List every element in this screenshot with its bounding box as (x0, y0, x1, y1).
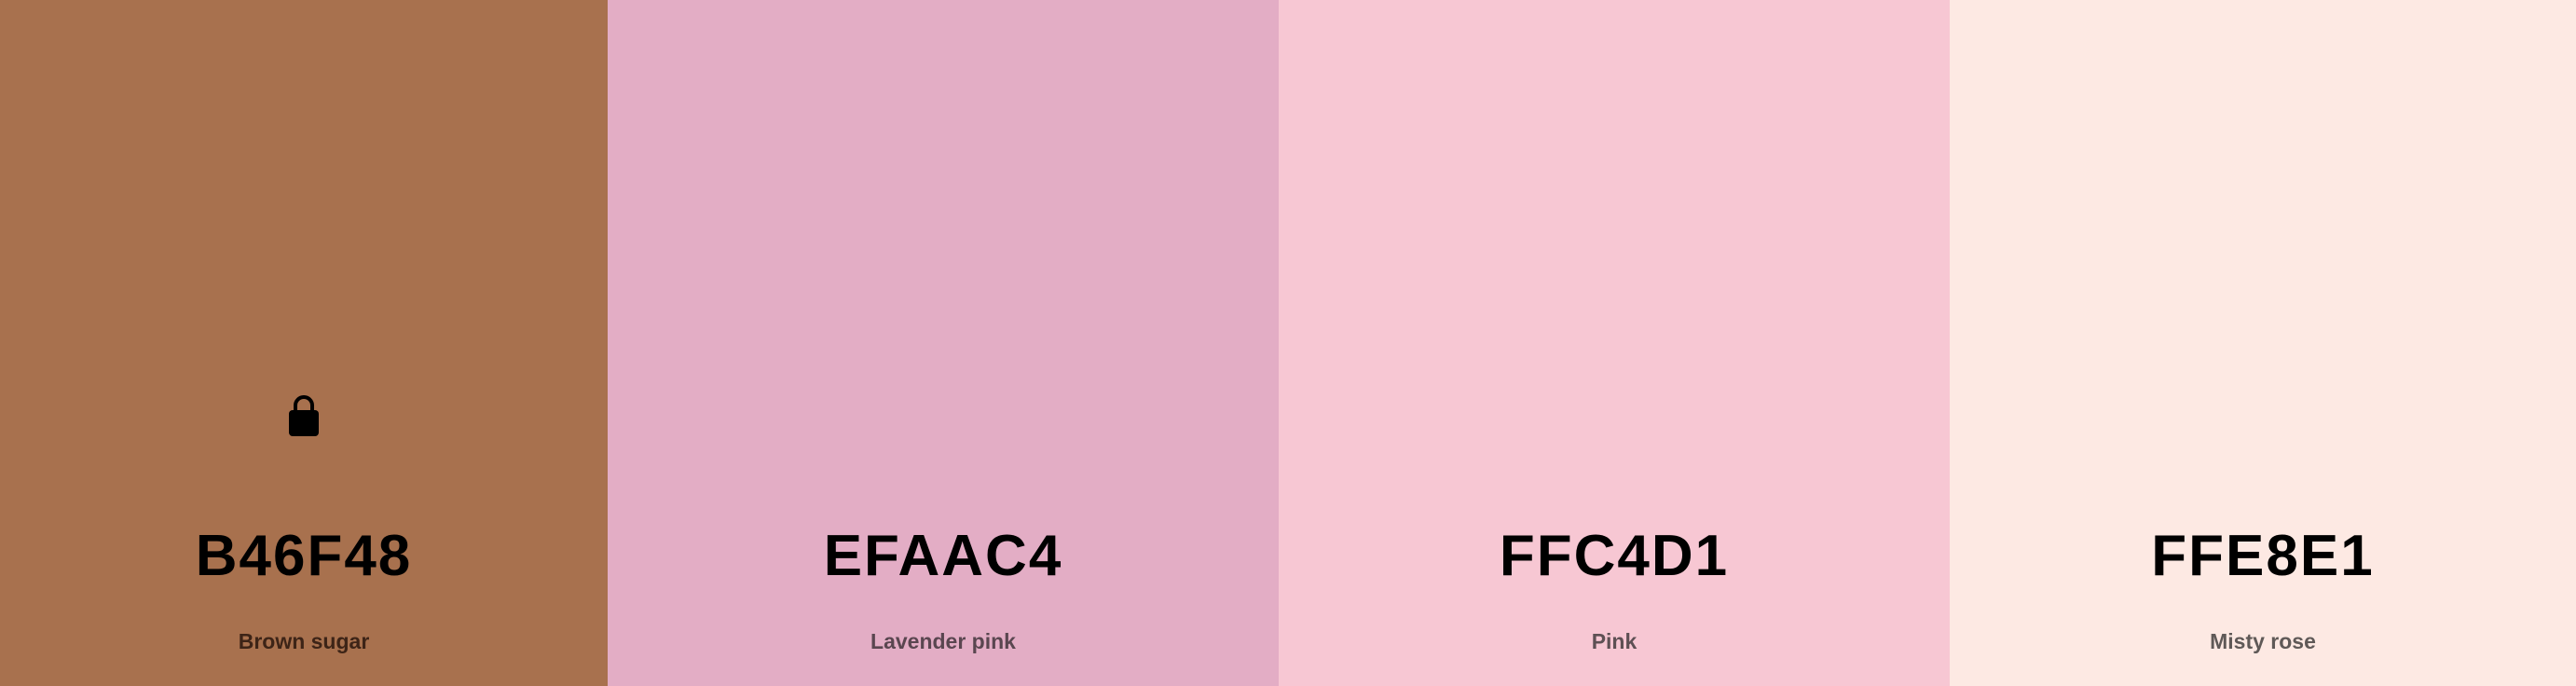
swatch-pink[interactable]: FFC4D1 Pink (1279, 0, 1950, 686)
swatch-misty-rose[interactable]: FFE8E1 Misty rose (1950, 0, 2576, 686)
swatch-hex-code[interactable]: B46F48 (0, 524, 608, 589)
color-palette: B46F48 Brown sugar EFAAC4 Lavender pink … (0, 0, 2576, 686)
swatch-brown-sugar[interactable]: B46F48 Brown sugar (0, 0, 608, 686)
swatch-color-name: Brown sugar (238, 629, 370, 653)
swatch-hex-code[interactable]: FFC4D1 (1279, 524, 1950, 589)
swatch-lavender-pink[interactable]: EFAAC4 Lavender pink (608, 0, 1279, 686)
swatch-color-name: Pink (1591, 629, 1637, 653)
swatch-hex-code[interactable]: EFAAC4 (608, 524, 1279, 589)
swatch-color-name: Misty rose (2210, 629, 2316, 653)
lock-icon[interactable] (285, 393, 322, 438)
swatch-color-name: Lavender pink (870, 629, 1016, 653)
swatch-hex-code[interactable]: FFE8E1 (1950, 524, 2576, 589)
